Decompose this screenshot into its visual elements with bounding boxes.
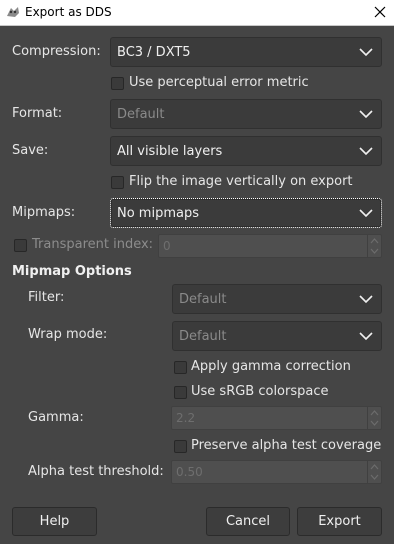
- chevron-down-icon: [359, 209, 373, 218]
- gamma-correction-checkbox[interactable]: [174, 361, 187, 374]
- format-value: Default: [117, 107, 165, 122]
- wrap-mode-label: Wrap mode:: [28, 327, 108, 342]
- transparent-label: Transparent index:: [32, 237, 154, 252]
- save-label: Save:: [12, 143, 49, 158]
- spinner-arrows[interactable]: [367, 461, 381, 483]
- chevron-down-icon: [359, 147, 373, 156]
- chevron-down-icon: [359, 48, 373, 57]
- alpha-threshold-value: 0.50: [176, 465, 203, 479]
- spinner-arrows[interactable]: [367, 407, 381, 429]
- arrow-down-icon[interactable]: [370, 248, 379, 254]
- filter-value: Default: [179, 292, 227, 307]
- filter-label: Filter:: [28, 290, 65, 305]
- export-button[interactable]: Export: [297, 507, 382, 536]
- arrow-up-icon[interactable]: [370, 410, 379, 416]
- srgb-label: Use sRGB colorspace: [191, 384, 329, 399]
- chevron-down-icon: [359, 295, 373, 304]
- compression-dropdown[interactable]: BC3 / DXT5: [110, 37, 382, 67]
- save-value: All visible layers: [117, 144, 223, 159]
- alpha-threshold-spinner[interactable]: 0.50: [171, 460, 382, 484]
- gimp-icon: [5, 4, 21, 20]
- chevron-down-icon: [359, 110, 373, 119]
- compression-label: Compression:: [12, 44, 101, 59]
- gamma-value: 2.2: [176, 411, 196, 425]
- mipmaps-dropdown[interactable]: No mipmaps: [110, 198, 382, 228]
- save-dropdown[interactable]: All visible layers: [110, 136, 382, 166]
- flip-checkbox[interactable]: [111, 176, 124, 189]
- filter-dropdown[interactable]: Default: [172, 284, 382, 314]
- mipmaps-value: No mipmaps: [117, 206, 199, 221]
- arrow-up-icon[interactable]: [370, 238, 379, 244]
- format-label: Format:: [12, 106, 63, 121]
- wrap-mode-dropdown[interactable]: Default: [172, 321, 382, 351]
- title-bar: Export as DDS: [0, 0, 394, 26]
- close-icon[interactable]: [366, 0, 394, 25]
- gamma-correction-label: Apply gamma correction: [191, 359, 351, 374]
- mipmap-options-heading: Mipmap Options: [12, 264, 132, 279]
- spinner-arrows[interactable]: [367, 235, 381, 257]
- format-dropdown[interactable]: Default: [110, 99, 382, 129]
- perceptual-checkbox[interactable]: [111, 77, 124, 90]
- srgb-checkbox[interactable]: [174, 386, 187, 399]
- preserve-alpha-label: Preserve alpha test coverage: [191, 438, 382, 453]
- perceptual-label: Use perceptual error metric: [129, 75, 309, 90]
- transparent-index-spinner[interactable]: 0: [158, 234, 382, 258]
- alpha-threshold-label: Alpha test threshold:: [28, 464, 164, 479]
- window-title: Export as DDS: [25, 5, 112, 19]
- cancel-button[interactable]: Cancel: [206, 507, 290, 536]
- arrow-down-icon[interactable]: [370, 474, 379, 480]
- wrap-mode-value: Default: [179, 329, 227, 344]
- flip-label: Flip the image vertically on export: [129, 174, 353, 189]
- transparent-index-value: 0: [163, 239, 171, 253]
- gamma-spinner[interactable]: 2.2: [171, 406, 382, 430]
- mipmaps-label: Mipmaps:: [12, 205, 76, 220]
- gamma-label: Gamma:: [28, 410, 84, 425]
- help-button[interactable]: Help: [12, 507, 97, 536]
- compression-value: BC3 / DXT5: [117, 45, 191, 60]
- preserve-alpha-checkbox[interactable]: [174, 440, 187, 453]
- arrow-down-icon[interactable]: [370, 420, 379, 426]
- arrow-up-icon[interactable]: [370, 464, 379, 470]
- transparent-checkbox[interactable]: [14, 239, 27, 252]
- chevron-down-icon: [359, 332, 373, 341]
